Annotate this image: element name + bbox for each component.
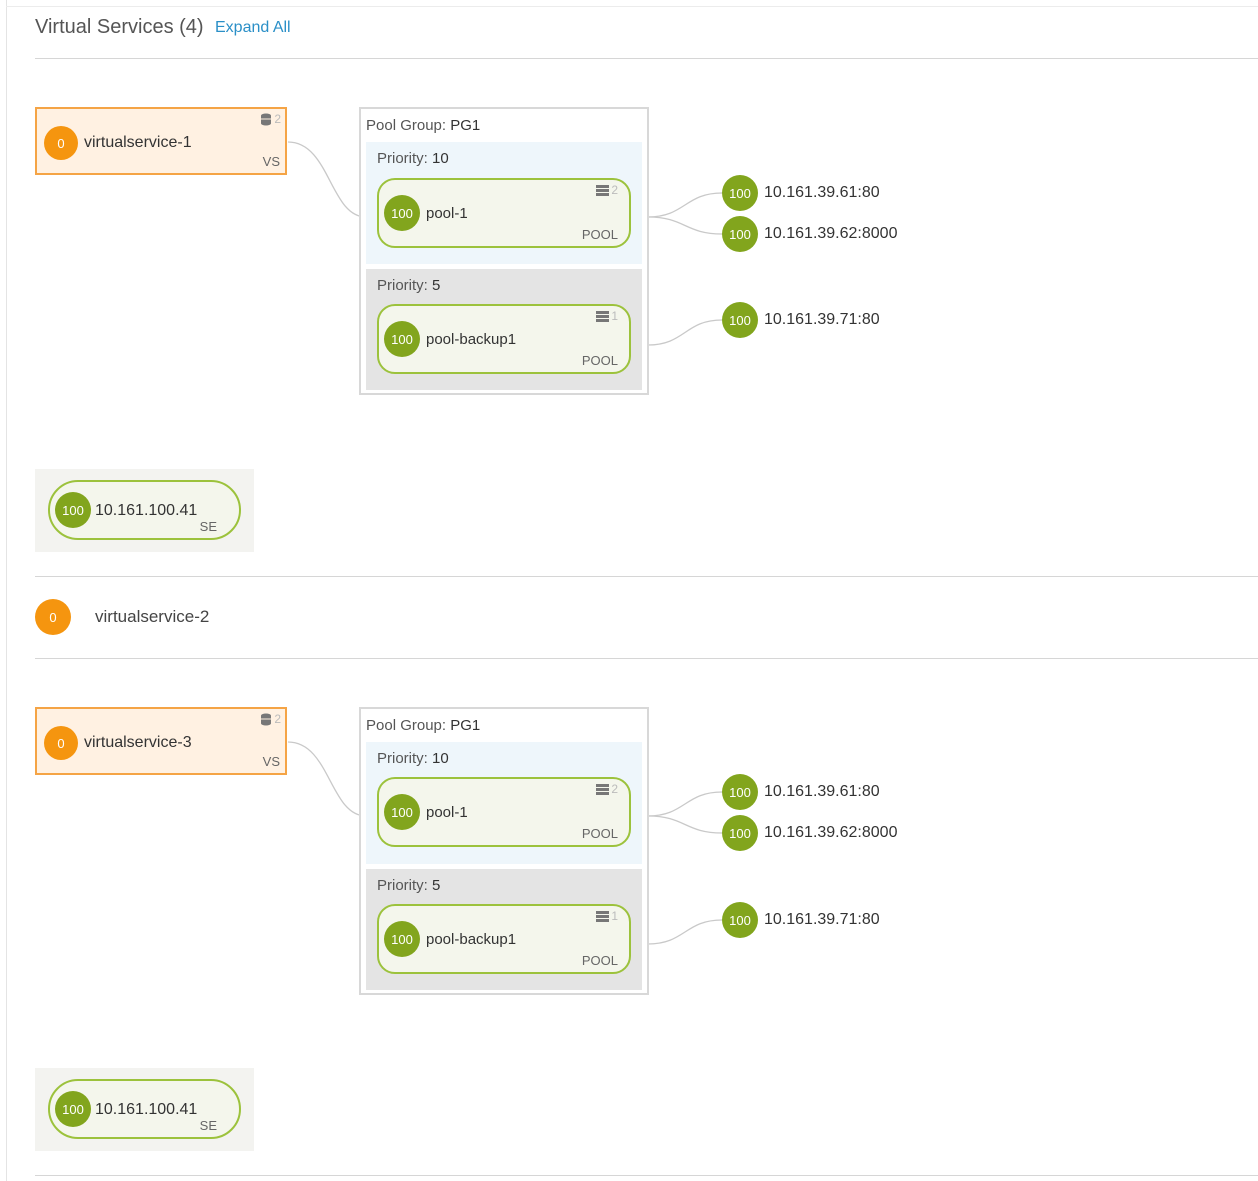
virtual-service-card[interactable]: 0 virtualservice-1 2 VS bbox=[35, 107, 287, 175]
pool-card[interactable]: 100 pool-backup1 1 POOL bbox=[377, 304, 631, 374]
pool-name: pool-backup1 bbox=[426, 931, 517, 948]
object-type-tag: POOL bbox=[581, 953, 618, 968]
server-stack-icon bbox=[596, 783, 610, 795]
server-node[interactable]: 100 10.161.39.71:80 bbox=[722, 902, 880, 938]
health-score-badge: 100 bbox=[722, 815, 758, 851]
server-node[interactable]: 100 10.161.39.61:80 bbox=[722, 774, 880, 810]
priority-section: Priority: 10 100 pool-1 2 POOL bbox=[366, 142, 642, 264]
se-count: 2 bbox=[260, 112, 281, 126]
health-score-badge: 100 bbox=[722, 302, 758, 338]
pool-name: pool-1 bbox=[426, 804, 468, 821]
database-icon bbox=[261, 113, 272, 125]
server-count: 1 bbox=[596, 909, 618, 923]
health-score-badge: 100 bbox=[55, 492, 91, 528]
priority-label: Priority: 10 bbox=[377, 750, 449, 767]
virtual-service-card[interactable]: 0 virtualservice-3 2 VS bbox=[35, 707, 287, 775]
server-count-value: 2 bbox=[611, 183, 618, 197]
health-score-badge: 100 bbox=[722, 175, 758, 211]
object-type-tag: VS bbox=[262, 154, 280, 169]
health-score-badge: 100 bbox=[722, 774, 758, 810]
health-score-badge: 100 bbox=[722, 902, 758, 938]
pool-group-box[interactable]: Pool Group: PG1 Priority: 10 100 pool-1 … bbox=[359, 707, 649, 995]
pool-card[interactable]: 100 pool-1 2 POOL bbox=[377, 777, 631, 847]
server-node[interactable]: 100 10.161.39.62:8000 bbox=[722, 815, 897, 851]
server-node[interactable]: 100 10.161.39.61:80 bbox=[722, 175, 880, 211]
object-type-tag: SE bbox=[199, 1118, 217, 1133]
pool-name: pool-backup1 bbox=[426, 331, 517, 348]
server-address: 10.161.39.71:80 bbox=[764, 911, 880, 928]
server-address: 10.161.39.61:80 bbox=[764, 783, 880, 800]
priority-value: 5 bbox=[432, 277, 441, 294]
health-score-badge: 0 bbox=[44, 126, 78, 160]
pool-group-name: PG1 bbox=[450, 717, 481, 734]
service-engine-address: 10.161.100.41 bbox=[95, 1101, 198, 1118]
section-divider bbox=[35, 576, 1258, 577]
service-engine-card[interactable]: 100 10.161.100.41 SE bbox=[48, 1079, 241, 1139]
virtual-service-name: virtualservice-3 bbox=[84, 734, 192, 751]
health-score-badge: 100 bbox=[384, 921, 420, 957]
section-divider bbox=[35, 1175, 1258, 1176]
server-count: 1 bbox=[596, 309, 618, 323]
pool-card[interactable]: 100 pool-1 2 POOL bbox=[377, 178, 631, 248]
health-score-badge: 100 bbox=[384, 321, 420, 357]
priority-section: Priority: 5 100 pool-backup1 1 POOL bbox=[366, 269, 642, 390]
object-type-tag: POOL bbox=[581, 826, 618, 841]
health-score-badge: 100 bbox=[384, 195, 420, 231]
server-stack-icon bbox=[596, 910, 610, 922]
server-address: 10.161.39.62:8000 bbox=[764, 824, 898, 841]
server-count: 2 bbox=[596, 183, 618, 197]
server-count: 2 bbox=[596, 782, 618, 796]
object-type-tag: VS bbox=[262, 754, 280, 769]
pool-group-label: Pool Group: PG1 bbox=[366, 717, 481, 734]
priority-label: Priority: 10 bbox=[377, 150, 449, 167]
server-address: 10.161.39.61:80 bbox=[764, 184, 880, 201]
pool-group-box[interactable]: Pool Group: PG1 Priority: 10 100 pool-1 … bbox=[359, 107, 649, 395]
virtual-service-name: virtualservice-1 bbox=[84, 134, 192, 151]
service-engine-panel: 100 10.161.100.41 SE bbox=[35, 1068, 254, 1151]
health-score-badge: 0 bbox=[44, 726, 78, 760]
virtual-service-row[interactable]: 0 virtualservice-2 bbox=[35, 597, 435, 637]
server-node[interactable]: 100 10.161.39.71:80 bbox=[722, 302, 880, 338]
pool-card[interactable]: 100 pool-backup1 1 POOL bbox=[377, 904, 631, 974]
server-count-value: 1 bbox=[611, 909, 618, 923]
priority-label: Priority: 5 bbox=[377, 877, 441, 894]
health-score-badge: 100 bbox=[55, 1091, 91, 1127]
server-address: 10.161.39.62:8000 bbox=[764, 225, 898, 242]
health-score-badge: 100 bbox=[722, 216, 758, 252]
service-engine-card[interactable]: 100 10.161.100.41 SE bbox=[48, 480, 241, 540]
pool-group-name: PG1 bbox=[450, 117, 481, 134]
database-icon bbox=[261, 713, 272, 725]
server-node[interactable]: 100 10.161.39.62:8000 bbox=[722, 216, 897, 252]
pool-group-label: Pool Group: PG1 bbox=[366, 117, 481, 134]
se-count-value: 2 bbox=[274, 112, 281, 126]
se-count-value: 2 bbox=[274, 712, 281, 726]
priority-value: 10 bbox=[432, 750, 449, 767]
se-count: 2 bbox=[260, 712, 281, 726]
priority-section: Priority: 5 100 pool-backup1 1 POOL bbox=[366, 869, 642, 990]
server-count-value: 1 bbox=[611, 309, 618, 323]
section-divider bbox=[35, 658, 1258, 659]
service-engine-panel: 100 10.161.100.41 SE bbox=[35, 469, 254, 552]
object-type-tag: POOL bbox=[581, 353, 618, 368]
service-engine-address: 10.161.100.41 bbox=[95, 502, 198, 519]
priority-value: 10 bbox=[432, 150, 449, 167]
virtual-service-name: virtualservice-2 bbox=[95, 607, 210, 626]
server-stack-icon bbox=[596, 310, 610, 322]
server-stack-icon bbox=[596, 184, 610, 196]
health-score-badge: 0 bbox=[35, 599, 71, 635]
server-address: 10.161.39.71:80 bbox=[764, 311, 880, 328]
pool-name: pool-1 bbox=[426, 205, 468, 222]
priority-label: Priority: 5 bbox=[377, 277, 441, 294]
priority-value: 5 bbox=[432, 877, 441, 894]
object-type-tag: POOL bbox=[581, 227, 618, 242]
priority-section: Priority: 10 100 pool-1 2 POOL bbox=[366, 742, 642, 864]
health-score-badge: 100 bbox=[384, 794, 420, 830]
object-type-tag: SE bbox=[199, 519, 217, 534]
server-count-value: 2 bbox=[611, 782, 618, 796]
